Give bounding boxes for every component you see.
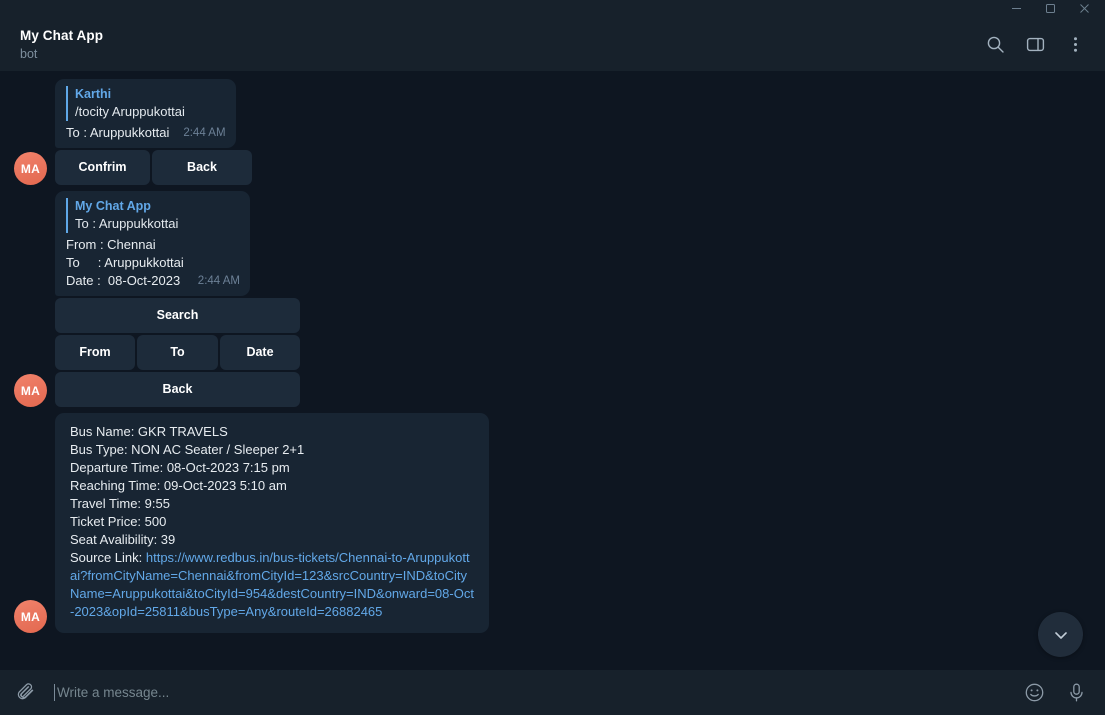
- message-group: MA Karthi /tocity Aruppukottai To : Arup…: [0, 79, 1105, 185]
- message-group: MA My Chat App To : Aruppukkottai From :…: [0, 191, 1105, 407]
- message-line-to: To : Aruppukkottai: [66, 254, 184, 272]
- message-list[interactable]: MA Karthi /tocity Aruppukottai To : Arup…: [0, 71, 1105, 670]
- message-input-wrap[interactable]: [54, 684, 1007, 701]
- chat-header: My Chat App bot: [0, 17, 1105, 71]
- bus-name: Bus Name: GKR TRAVELS: [70, 423, 476, 441]
- text-caret: [54, 684, 55, 701]
- avatar[interactable]: MA: [14, 374, 47, 407]
- inline-keyboard-row: From To Date: [55, 335, 300, 370]
- message-bubble[interactable]: Karthi /tocity Aruppukottai To : Aruppuk…: [55, 79, 236, 148]
- source-link-label: Source Link:: [70, 550, 146, 565]
- chat-header-titles[interactable]: My Chat App bot: [20, 27, 979, 62]
- chat-subtitle: bot: [20, 46, 979, 62]
- message-line-date: Date : 08-Oct-2023: [66, 272, 184, 290]
- message-body-row: To : Aruppukkottai 2:44 AM: [66, 124, 226, 142]
- message-line-from: From : Chennai: [66, 236, 184, 254]
- message-group: MA Bus Name: GKR TRAVELS Bus Type: NON A…: [0, 413, 1105, 633]
- message-body-row: From : Chennai To : Aruppukkottai Date :…: [66, 236, 240, 290]
- message-input[interactable]: [57, 685, 1007, 700]
- composer-actions: [1021, 680, 1089, 706]
- page-title: My Chat App: [20, 27, 979, 44]
- chat-application-window: My Chat App bot MA: [0, 0, 1105, 715]
- emoji-icon[interactable]: [1021, 680, 1047, 706]
- departure-time: Departure Time: 08-Oct-2023 7:15 pm: [70, 459, 476, 477]
- window-titlebar: [0, 0, 1105, 17]
- microphone-icon[interactable]: [1063, 680, 1089, 706]
- to-button[interactable]: To: [137, 335, 218, 370]
- attachment-icon[interactable]: [14, 680, 40, 706]
- confirm-button[interactable]: Confrim: [55, 150, 150, 185]
- close-button[interactable]: [1067, 0, 1101, 17]
- reply-quote[interactable]: My Chat App To : Aruppukkottai: [66, 198, 240, 233]
- avatar[interactable]: MA: [14, 152, 47, 185]
- header-actions: [979, 28, 1091, 60]
- message-time: 2:44 AM: [198, 273, 240, 290]
- inline-keyboard-row: Confrim Back: [55, 150, 252, 185]
- seat-availability: Seat Avalibility: 39: [70, 531, 476, 549]
- source-link-line: Source Link: https://www.redbus.in/bus-t…: [70, 549, 476, 621]
- from-button[interactable]: From: [55, 335, 135, 370]
- reply-text: /tocity Aruppukottai: [75, 103, 226, 121]
- reaching-time: Reaching Time: 09-Oct-2023 5:10 am: [70, 477, 476, 495]
- search-icon[interactable]: [979, 28, 1011, 60]
- message-stack: My Chat App To : Aruppukkottai From : Ch…: [55, 191, 300, 407]
- inline-keyboard-row: Search: [55, 298, 300, 333]
- bus-type: Bus Type: NON AC Seater / Sleeper 2+1: [70, 441, 476, 459]
- avatar[interactable]: MA: [14, 600, 47, 633]
- inline-keyboard-row: Back: [55, 372, 300, 407]
- ticket-price: Ticket Price: 500: [70, 513, 476, 531]
- message-bubble[interactable]: My Chat App To : Aruppukkottai From : Ch…: [55, 191, 250, 296]
- message-composer: [0, 670, 1105, 715]
- back-button[interactable]: Back: [152, 150, 252, 185]
- panel-icon[interactable]: [1019, 28, 1051, 60]
- back-button[interactable]: Back: [55, 372, 300, 407]
- message-text: To : Aruppukkottai: [66, 124, 169, 142]
- message-stack: Bus Name: GKR TRAVELS Bus Type: NON AC S…: [55, 413, 489, 633]
- message-time: 2:44 AM: [183, 125, 225, 142]
- message-stack: Karthi /tocity Aruppukottai To : Aruppuk…: [55, 79, 252, 185]
- maximize-button[interactable]: [1033, 0, 1067, 17]
- more-icon[interactable]: [1059, 28, 1091, 60]
- minimize-button[interactable]: [999, 0, 1033, 17]
- message-text-block: From : Chennai To : Aruppukkottai Date :…: [66, 236, 184, 290]
- bus-details-bubble[interactable]: Bus Name: GKR TRAVELS Bus Type: NON AC S…: [55, 413, 489, 633]
- reply-author: My Chat App: [75, 198, 240, 215]
- reply-author: Karthi: [75, 86, 226, 103]
- search-button[interactable]: Search: [55, 298, 300, 333]
- scroll-down-icon[interactable]: [1038, 612, 1083, 657]
- travel-time: Travel Time: 9:55: [70, 495, 476, 513]
- reply-text: To : Aruppukkottai: [75, 215, 240, 233]
- date-button[interactable]: Date: [220, 335, 300, 370]
- reply-quote[interactable]: Karthi /tocity Aruppukottai: [66, 86, 226, 121]
